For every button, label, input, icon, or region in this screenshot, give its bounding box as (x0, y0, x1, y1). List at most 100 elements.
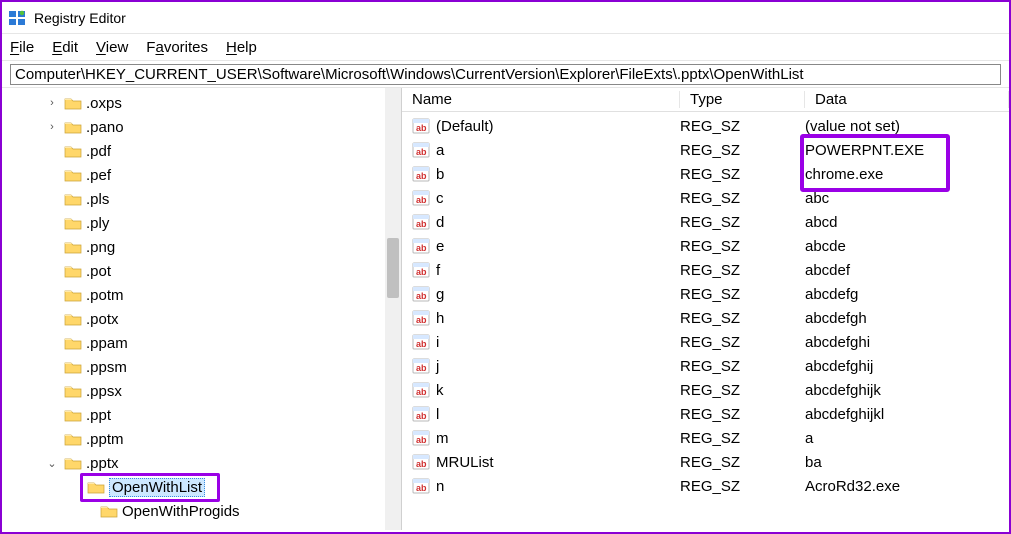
value-type: REG_SZ (680, 406, 805, 423)
value-data: abcdefg (805, 286, 1009, 303)
string-value-icon: ab (412, 429, 430, 447)
list-row[interactable]: ab g REG_SZabcdefg (402, 282, 1009, 306)
column-name-header[interactable]: Name (402, 91, 680, 108)
string-value-icon: ab (412, 261, 430, 279)
tree-item[interactable]: OpenWithList (44, 475, 401, 499)
value-data: abcdefghij (805, 358, 1009, 375)
scrollbar-vertical[interactable] (385, 88, 401, 530)
list-row[interactable]: ab nREG_SZAcroRd32.exe (402, 474, 1009, 498)
tree-item[interactable]: OpenWithProgids (44, 499, 401, 523)
tree-item[interactable]: .potm (44, 283, 401, 307)
expander-icon[interactable]: › (44, 121, 60, 133)
list-row[interactable]: ab (Default)REG_SZ(value not set) (402, 114, 1009, 138)
menu-bar: File Edit View Favorites Help (2, 34, 1009, 60)
folder-icon (64, 120, 82, 134)
folder-icon (64, 288, 82, 302)
svg-text:ab: ab (416, 339, 427, 349)
value-type: REG_SZ (680, 334, 805, 351)
svg-text:ab: ab (416, 219, 427, 229)
column-data-header[interactable]: Data (805, 91, 1009, 108)
value-data: chrome.exe (805, 166, 1009, 183)
title-bar: Registry Editor (2, 2, 1009, 34)
string-value-icon: ab (412, 213, 430, 231)
string-value-icon: ab (412, 405, 430, 423)
folder-icon (64, 408, 82, 422)
menu-favorites[interactable]: Favorites (146, 39, 208, 56)
value-data: ba (805, 454, 1009, 471)
string-value-icon: ab (412, 453, 430, 471)
tree-item[interactable]: .ply (44, 211, 401, 235)
menu-view[interactable]: View (96, 39, 128, 56)
column-type-header[interactable]: Type (680, 91, 805, 108)
value-type: REG_SZ (680, 286, 805, 303)
value-data: abcdefghijkl (805, 406, 1009, 423)
string-value-icon: ab (412, 141, 430, 159)
value-data: a (805, 430, 1009, 447)
string-value-icon: ab (412, 285, 430, 303)
value-type: REG_SZ (680, 118, 805, 135)
address-input[interactable]: Computer\HKEY_CURRENT_USER\Software\Micr… (10, 64, 1001, 85)
scrollbar-thumb[interactable] (387, 238, 399, 298)
folder-icon (64, 240, 82, 254)
value-name: k (436, 382, 444, 399)
folder-icon (87, 480, 105, 494)
tree-item[interactable]: ⌄ .pptx (44, 451, 401, 475)
list-row[interactable]: ab iREG_SZabcdefghi (402, 330, 1009, 354)
tree-item[interactable]: .ps1 (44, 523, 401, 530)
tree-item[interactable]: .potx (44, 307, 401, 331)
list-row[interactable]: ab fREG_SZabcdef (402, 258, 1009, 282)
menu-file[interactable]: File (10, 39, 34, 56)
value-data: (value not set) (805, 118, 1009, 135)
folder-icon (64, 144, 82, 158)
tree-item[interactable]: .pdf (44, 139, 401, 163)
svg-text:ab: ab (416, 363, 427, 373)
list-row[interactable]: ab kREG_SZabcdefghijk (402, 378, 1009, 402)
value-name: g (436, 286, 444, 303)
svg-text:ab: ab (416, 267, 427, 277)
list-row[interactable]: ab MRUListREG_SZba (402, 450, 1009, 474)
tree-item[interactable]: › .pano (44, 115, 401, 139)
tree-item[interactable]: .ppsm (44, 355, 401, 379)
list-pane: Name Type Data ab (Default)REG_SZ(value … (402, 88, 1009, 530)
value-name: MRUList (436, 454, 494, 471)
menu-help[interactable]: Help (226, 39, 257, 56)
list-row[interactable]: ab jREG_SZabcdefghij (402, 354, 1009, 378)
list-row[interactable]: ab dREG_SZabcd (402, 210, 1009, 234)
tree-item[interactable]: .pef (44, 163, 401, 187)
string-value-icon: ab (412, 117, 430, 135)
tree-item[interactable]: .ppt (44, 403, 401, 427)
tree-item[interactable]: .ppam (44, 331, 401, 355)
list-row[interactable]: ab cREG_SZabc (402, 186, 1009, 210)
list-row[interactable]: ab hREG_SZabcdefgh (402, 306, 1009, 330)
list-row[interactable]: ab eREG_SZabcde (402, 234, 1009, 258)
tree-item[interactable]: › .oxps (44, 91, 401, 115)
svg-text:ab: ab (416, 123, 427, 133)
list-row[interactable]: ab l REG_SZabcdefghijkl (402, 402, 1009, 426)
tree-pane: › .oxps› .pano .pdf .pef .pls .ply .png … (2, 88, 402, 530)
menu-edit[interactable]: Edit (52, 39, 78, 56)
tree-item[interactable]: .ppsx (44, 379, 401, 403)
value-name: b (436, 166, 444, 183)
tree-item[interactable]: .pls (44, 187, 401, 211)
value-name: c (436, 190, 444, 207)
folder-icon (64, 360, 82, 374)
value-name: j (436, 358, 439, 375)
value-type: REG_SZ (680, 142, 805, 159)
list-row[interactable]: ab bREG_SZchrome.exe (402, 162, 1009, 186)
value-data: abcd (805, 214, 1009, 231)
string-value-icon: ab (412, 165, 430, 183)
tree-item[interactable]: .pptm (44, 427, 401, 451)
string-value-icon: ab (412, 237, 430, 255)
folder-icon (64, 432, 82, 446)
string-value-icon: ab (412, 309, 430, 327)
string-value-icon: ab (412, 357, 430, 375)
content: › .oxps› .pano .pdf .pef .pls .ply .png … (2, 88, 1009, 530)
tree-item[interactable]: .png (44, 235, 401, 259)
tree-item[interactable]: .pot (44, 259, 401, 283)
value-name: n (436, 478, 444, 495)
expander-icon[interactable]: ⌄ (44, 457, 60, 470)
expander-icon[interactable]: › (44, 97, 60, 109)
list-row[interactable]: ab aREG_SZPOWERPNT.EXE (402, 138, 1009, 162)
value-name: l (436, 406, 439, 423)
list-row[interactable]: ab mREG_SZa (402, 426, 1009, 450)
